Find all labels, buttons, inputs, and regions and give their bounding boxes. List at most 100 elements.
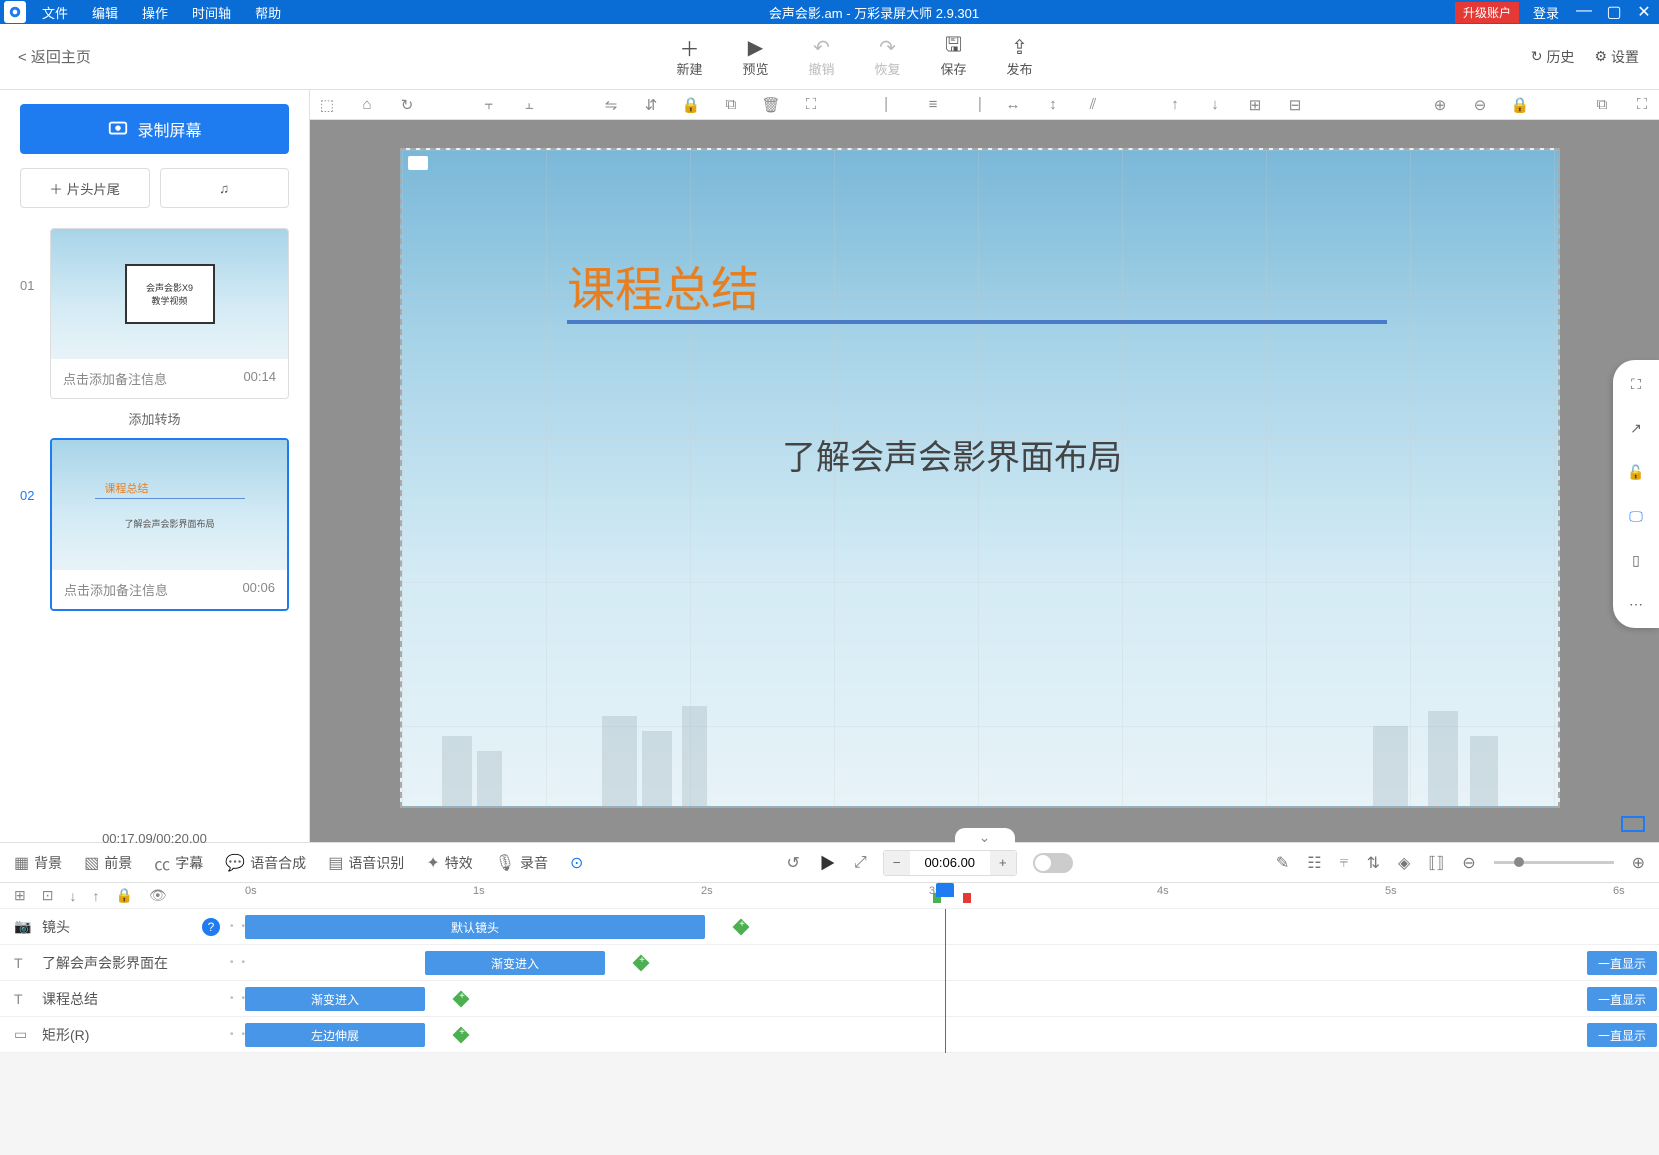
play-button[interactable]	[816, 852, 838, 874]
fg-button[interactable]: ▧前景	[84, 853, 132, 873]
align-right-icon[interactable]: ⎹	[964, 96, 982, 114]
menu-help[interactable]: 帮助	[243, 3, 293, 22]
back-home-button[interactable]: < 返回主页	[0, 46, 250, 67]
copy-icon[interactable]: ⧉	[722, 96, 740, 114]
fx-button[interactable]: ✦特效	[426, 853, 472, 873]
record-audio-button[interactable]: 🎙录音	[495, 853, 548, 873]
layers-icon[interactable]: ☷	[1307, 853, 1321, 873]
expand-panel-button[interactable]: ⌄	[955, 828, 1015, 846]
track-label-rect[interactable]: ▭ 矩形(R) ••	[0, 1017, 245, 1053]
tts-button[interactable]: 💬语音合成	[225, 853, 306, 873]
settings-button[interactable]: ⚙设置	[1594, 47, 1639, 67]
keyframe-add[interactable]	[453, 991, 470, 1008]
duplicate-icon[interactable]: ⧉	[1593, 96, 1611, 114]
track-label-text1[interactable]: T 了解会声会影界面在 ••	[0, 945, 245, 981]
add-track-icon[interactable]: ⊞	[14, 887, 26, 904]
music-button[interactable]: ♫	[160, 168, 290, 208]
folder-icon[interactable]: ⊡	[42, 887, 54, 904]
scene-card-2[interactable]: 课程总结 了解会声会影界面布局 点击添加备注信息 00:06	[50, 438, 289, 611]
desktop-view-icon[interactable]: 🖵	[1626, 506, 1646, 526]
save-button[interactable]: 🖫保存	[941, 35, 967, 78]
asr-button[interactable]: ▤语音识别	[328, 853, 404, 873]
preview-button[interactable]: ▶预览	[742, 35, 768, 78]
help-icon[interactable]: ?	[202, 918, 220, 936]
zoom-slider[interactable]	[1494, 861, 1614, 864]
zoom-in-tl-icon[interactable]: ⊕	[1632, 853, 1645, 873]
marker-icon[interactable]: ◈	[1398, 853, 1410, 873]
clip-fade-in-2[interactable]: 渐变进入	[245, 987, 425, 1011]
playhead-line[interactable]	[945, 909, 946, 1053]
clip-default-camera[interactable]: 默认镜头	[245, 915, 705, 939]
spacing-icon[interactable]: ⫽	[1084, 96, 1102, 114]
time-minus-button[interactable]: −	[884, 851, 910, 875]
new-button[interactable]: ＋新建	[676, 35, 702, 78]
clip-stretch[interactable]: 左边伸展	[245, 1023, 425, 1047]
flip-h-icon[interactable]: ⇋	[602, 96, 620, 114]
clip-always-show-1[interactable]: 一直显示	[1587, 951, 1657, 975]
maximize-button[interactable]: ▢	[1599, 2, 1629, 22]
bring-front-icon[interactable]: ↑	[1166, 96, 1184, 114]
add-transition-button[interactable]: 添加转场	[20, 409, 289, 428]
slide-underline[interactable]	[567, 320, 1387, 324]
fullscreen-play-button[interactable]: ⤢	[854, 854, 867, 872]
track-lane-camera[interactable]: 默认镜头	[245, 909, 1659, 945]
sort-icon[interactable]: ⇅	[1367, 853, 1380, 873]
playhead-handle[interactable]	[945, 883, 954, 897]
align-bottom-icon[interactable]: ⫠	[520, 96, 538, 114]
pointer-icon[interactable]: ⬚	[318, 96, 336, 114]
clip-fade-in-1[interactable]: 渐变进入	[425, 951, 605, 975]
menu-file[interactable]: 文件	[30, 3, 80, 22]
canvas-stage[interactable]: 课程总结 了解会声会影界面布局	[400, 148, 1560, 808]
lock-view-icon[interactable]: 🔒	[1511, 96, 1529, 114]
redo-button[interactable]: ↷恢复	[875, 35, 901, 78]
group-icon[interactable]: ⊞	[1246, 96, 1264, 114]
track-label-camera[interactable]: 📷 镜头 ? ••	[0, 909, 245, 945]
timeline-ruler[interactable]: 0s 1s 2s 3s 4s 5s 6s	[245, 883, 1659, 908]
menu-edit[interactable]: 编辑	[80, 3, 130, 22]
zoom-out-tl-icon[interactable]: ⊖	[1462, 853, 1475, 873]
keyframe-add[interactable]	[633, 955, 650, 972]
slide-subtitle[interactable]: 了解会声会影界面布局	[782, 430, 1122, 479]
track-label-text2[interactable]: T 课程总结 ••	[0, 981, 245, 1017]
record-screen-button[interactable]: 录制屏幕	[20, 104, 289, 154]
arrow-up-icon[interactable]: ↑	[92, 888, 99, 904]
clip-always-show-3[interactable]: 一直显示	[1587, 1023, 1657, 1047]
send-back-icon[interactable]: ↓	[1206, 96, 1224, 114]
unlock-icon[interactable]: 🔓	[1626, 462, 1646, 482]
scene-card-1[interactable]: 会声会影X9教学视频 点击添加备注信息 00:14	[50, 228, 289, 399]
align-left-icon[interactable]: ⎸	[884, 96, 902, 114]
align-top-icon[interactable]: ⫟	[480, 96, 498, 114]
flip-v-icon[interactable]: ⇵	[642, 96, 660, 114]
minimize-button[interactable]: —	[1569, 2, 1599, 22]
login-button[interactable]: 登录	[1523, 3, 1569, 22]
slide-title[interactable]: 课程总结	[567, 250, 759, 320]
lock-icon[interactable]: 🔒	[682, 96, 700, 114]
zoom-out-icon[interactable]: ⊖	[1471, 96, 1489, 114]
bg-button[interactable]: ▦背景	[14, 853, 62, 873]
marker-red[interactable]	[963, 893, 971, 903]
subtitle-button[interactable]: ㏄字幕	[154, 851, 203, 875]
toggle-switch[interactable]	[1033, 853, 1073, 873]
delete-icon[interactable]: 🗑	[762, 96, 780, 114]
edit-icon[interactable]: ✎	[1276, 853, 1289, 873]
rewind-button[interactable]: ↺	[787, 853, 800, 873]
upgrade-button[interactable]: 升级账户	[1455, 2, 1519, 23]
align-center-icon[interactable]: ≡	[924, 96, 942, 114]
export-icon[interactable]: ↗	[1626, 418, 1646, 438]
track-lane-text2[interactable]: 渐变进入 一直显示	[245, 981, 1659, 1017]
keyframe-add[interactable]	[733, 919, 750, 936]
keyframe-add[interactable]	[453, 1027, 470, 1044]
track-lane-rect[interactable]: 左边伸展 一直显示	[245, 1017, 1659, 1053]
distribute-v-icon[interactable]: ↕	[1044, 96, 1062, 114]
time-input[interactable]	[910, 855, 990, 870]
crop-icon[interactable]: ⛶	[802, 96, 820, 114]
bracket-icon[interactable]: ⟦⟧	[1428, 853, 1444, 873]
menu-action[interactable]: 操作	[130, 3, 180, 22]
close-button[interactable]: ✕	[1629, 2, 1659, 22]
home-icon[interactable]: ⌂	[358, 96, 376, 114]
undo-button[interactable]: ↶撤销	[808, 35, 834, 78]
rotate-icon[interactable]: ↻	[398, 96, 416, 114]
filter-icon[interactable]: ⫧	[1340, 854, 1349, 872]
menu-timeline[interactable]: 时间轴	[180, 3, 243, 22]
scene-note[interactable]: 点击添加备注信息	[63, 369, 167, 388]
